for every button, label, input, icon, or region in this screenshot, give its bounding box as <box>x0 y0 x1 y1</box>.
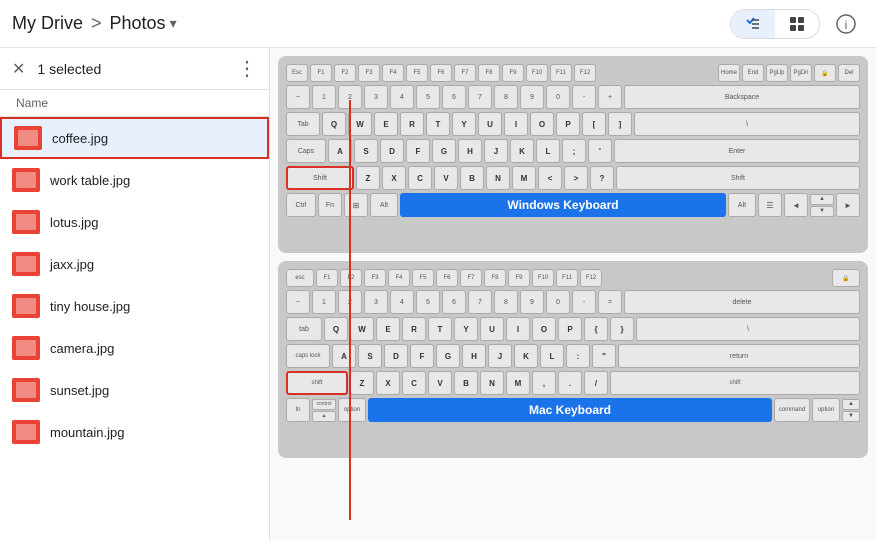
chevron-down-icon: ▾ <box>170 15 177 32</box>
asdf-row: Caps A S D F G H J K L ; ' Enter <box>286 139 860 163</box>
more-options-button[interactable]: ⋮ <box>237 56 257 81</box>
close-selection-button[interactable]: ✕ <box>12 59 25 79</box>
file-thumbnail-icon <box>14 126 42 150</box>
file-item-mountain[interactable]: mountain.jpg <box>0 411 269 453</box>
list-view-button[interactable] <box>731 10 775 38</box>
view-toggle <box>730 9 820 39</box>
file-name-camera: camera.jpg <box>50 341 114 356</box>
shift-key-windows: Shift <box>286 166 354 190</box>
file-name-lotus: lotus.jpg <box>50 215 98 230</box>
number-row: ~ 1 2 3 4 5 6 7 8 9 0 - + Backspace <box>286 85 860 109</box>
fn-row: Esc F1 F2 F3 F4 F5 F6 F7 F8 F9 F10 F11 F… <box>286 64 860 82</box>
file-name-jaxx: jaxx.jpg <box>50 257 94 272</box>
file-name-tinyhouse: tiny house.jpg <box>50 299 130 314</box>
file-item-tinyhouse[interactable]: tiny house.jpg <box>0 285 269 327</box>
column-header: Name <box>0 90 269 117</box>
file-item-jaxx[interactable]: jaxx.jpg <box>0 243 269 285</box>
mac-esc-row: esc F1 F2 F3 F4 F5 F6 F7 F8 F9 F10 F11 F… <box>286 269 860 287</box>
file-item-worktable[interactable]: work table.jpg <box>0 159 269 201</box>
file-item-coffee[interactable]: coffee.jpg <box>0 117 269 159</box>
windows-keyboard-bg: Esc F1 F2 F3 F4 F5 F6 F7 F8 F9 F10 F11 F… <box>278 56 868 253</box>
file-name-coffee: coffee.jpg <box>52 131 108 146</box>
file-name-sunset: sunset.jpg <box>50 383 109 398</box>
windows-keyboard-label: Windows Keyboard <box>400 193 726 217</box>
bottom-row-windows: Ctrl Fn ⊞ Alt Windows Keyboard Alt ☰ ◄ ▲… <box>286 193 860 217</box>
mac-keyboard-bg: esc F1 F2 F3 F4 F5 F6 F7 F8 F9 F10 F11 F… <box>278 261 868 458</box>
breadcrumb-separator: > <box>91 13 102 34</box>
file-item-sunset[interactable]: sunset.jpg <box>0 369 269 411</box>
mac-keyboard-label: Mac Keyboard <box>368 398 772 422</box>
file-item-lotus[interactable]: lotus.jpg <box>0 201 269 243</box>
header-actions: i <box>730 6 864 42</box>
preview-area[interactable]: Esc F1 F2 F3 F4 F5 F6 F7 F8 F9 F10 F11 F… <box>270 48 876 541</box>
svg-text:i: i <box>845 18 848 32</box>
grid-icon <box>789 16 805 32</box>
file-thumbnail-icon <box>12 210 40 234</box>
shift-key-mac: shift <box>286 371 348 395</box>
file-thumbnail-icon <box>12 294 40 318</box>
file-item-camera[interactable]: camera.jpg <box>0 327 269 369</box>
info-icon: i <box>836 14 856 34</box>
windows-keyboard-section: Esc F1 F2 F3 F4 F5 F6 F7 F8 F9 F10 F11 F… <box>270 48 876 257</box>
bottom-row-mac: fn control ▲ option Mac Keyboard command… <box>286 398 860 422</box>
file-items-list: coffee.jpg work table.jpg lotus.jpg jaxx… <box>0 117 269 541</box>
file-thumbnail-icon <box>12 168 40 192</box>
zxcv-row: Shift Z X C V B N M < > ? Shift <box>286 166 860 190</box>
selection-bar: ✕ 1 selected ⋮ <box>0 48 269 90</box>
mac-number-row: ~ 1 2 3 4 5 6 7 8 9 0 - = delete <box>286 290 860 314</box>
mac-keyboard-section: esc F1 F2 F3 F4 F5 F6 F7 F8 F9 F10 F11 F… <box>270 257 876 466</box>
mac-zxcv-row: shift Z X C V B N M , . / shift <box>286 371 860 395</box>
photos-link[interactable]: Photos ▾ <box>110 13 177 34</box>
file-name-mountain: mountain.jpg <box>50 425 124 440</box>
mac-asdf-row: caps lock A S D F G H J K L : " return <box>286 344 860 368</box>
file-thumbnail-icon <box>12 420 40 444</box>
mac-qwerty-row: tab Q W E R T Y U I O P { } \ <box>286 317 860 341</box>
file-thumbnail-icon <box>12 336 40 360</box>
my-drive-link[interactable]: My Drive <box>12 13 83 34</box>
main-content: ✕ 1 selected ⋮ Name coffee.jpg work tabl… <box>0 48 876 541</box>
file-list-panel: ✕ 1 selected ⋮ Name coffee.jpg work tabl… <box>0 48 270 541</box>
breadcrumb: My Drive > Photos ▾ <box>12 13 730 34</box>
qwerty-row: Tab Q W E R T Y U I O P [ ] \ <box>286 112 860 136</box>
info-button[interactable]: i <box>828 6 864 42</box>
selection-count: 1 selected <box>37 61 225 77</box>
file-name-worktable: work table.jpg <box>50 173 130 188</box>
esc-key: Esc <box>286 64 308 82</box>
check-list-icon <box>745 16 761 32</box>
file-thumbnail-icon <box>12 378 40 402</box>
file-thumbnail-icon <box>12 252 40 276</box>
grid-view-button[interactable] <box>775 10 819 38</box>
header: My Drive > Photos ▾ <box>0 0 876 48</box>
